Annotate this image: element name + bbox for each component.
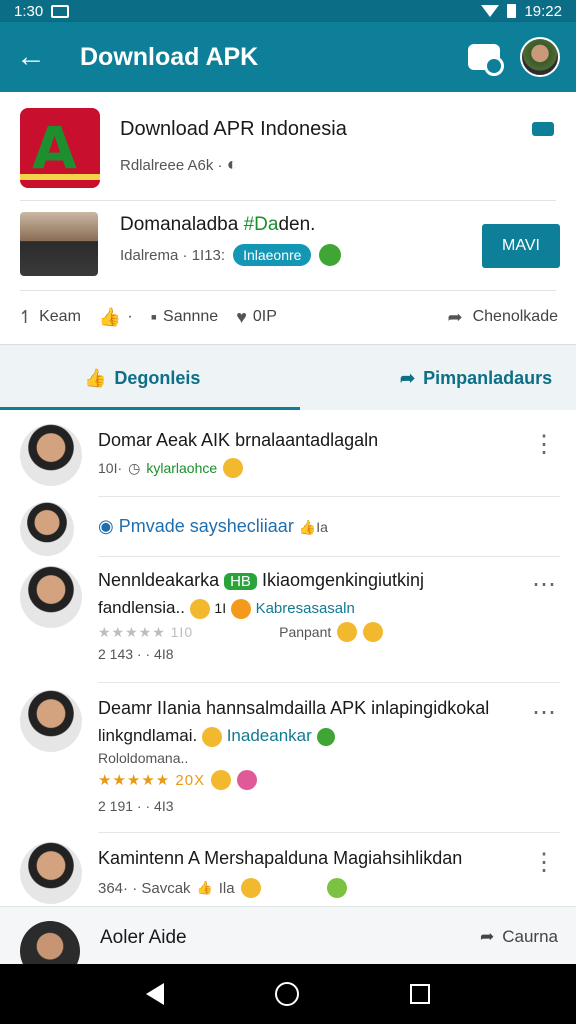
tab-pimpanladaurs[interactable]: ➦ Pimpanladaurs — [400, 345, 552, 411]
verified-icon — [319, 244, 342, 266]
divider — [98, 556, 560, 557]
heart-icon: ♥ — [236, 306, 247, 327]
tab-indicator — [0, 407, 300, 410]
heart-action[interactable]: ♥ 0IP — [236, 307, 277, 328]
divider — [20, 200, 556, 201]
chat-icon[interactable] — [468, 44, 504, 76]
notification-icon — [51, 4, 70, 18]
avatar[interactable] — [20, 690, 82, 752]
post-meta: 2 143 · · 4I8 — [98, 646, 174, 662]
post-title: Kamintenn A Mershapalduna Magiahsihlikda… — [98, 848, 463, 868]
bottom-post[interactable]: Aoler Aide ➦ Caurna — [0, 906, 576, 981]
back-arrow-icon[interactable]: ← — [16, 40, 56, 74]
share-icon: ➦ — [447, 306, 463, 327]
avatar[interactable] — [20, 502, 74, 556]
avatar[interactable] — [20, 566, 82, 628]
status-time-left: 1:30 — [14, 2, 44, 20]
action-row: ↿ Keam 👍 · ▪ Sannne ♥ 0IP ➦ Chenolkade — [18, 304, 558, 330]
emoji-icon — [201, 726, 222, 747]
post-meta: 10I· ◷ kylarlaohce — [98, 458, 244, 478]
reply-icon: ↿ — [18, 306, 34, 327]
featured-thumbnail[interactable] — [20, 212, 98, 276]
post-rating: ★★★★★ 20X — [98, 770, 258, 790]
featured-meta: Idalrema · 1I13: Inlaeonre — [120, 244, 342, 266]
clock-icon: ◷ — [128, 459, 141, 476]
emoji-icon — [240, 878, 261, 898]
app-info-card: A Download APR Indonesia Rdlalreee A6k ·… — [0, 92, 576, 342]
nav-recents-icon[interactable] — [410, 984, 431, 1004]
mavi-button[interactable]: MAVI — [482, 224, 560, 268]
share-icon: ➦ — [479, 927, 495, 946]
thumbs-up-icon: 👍 — [84, 367, 107, 388]
options-icon[interactable] — [532, 122, 554, 136]
emoji-icon — [230, 598, 251, 619]
battery-icon — [507, 4, 517, 18]
post-text: fandlensia.. 1I Kabresasasaln — [98, 598, 355, 619]
more-options-icon[interactable]: ⋮ — [532, 430, 556, 459]
comment-action[interactable]: ▪ Sannne — [151, 307, 219, 328]
app-title: Download APR Indonesia — [120, 118, 347, 140]
status-badge[interactable]: Inlaeonre — [233, 244, 312, 266]
post-title: ◉ Pmvade sayshecliiaar 👍Ia — [98, 516, 328, 536]
app-bar: ← Download APK — [0, 22, 576, 92]
more-options-icon[interactable]: ⋮ — [532, 848, 556, 877]
avatar[interactable] — [520, 37, 560, 77]
avatar[interactable] — [20, 842, 82, 904]
featured-title: Domanaladba #Daden. — [120, 214, 316, 235]
globe-icon: ◉ — [98, 516, 114, 536]
share-action[interactable]: ➦ Chenolkade — [448, 307, 559, 328]
divider — [20, 290, 556, 291]
bottom-post-title: Aoler Aide — [100, 927, 187, 948]
tab-bar: 👍 Degonleis ➦ Pimpanladaurs — [0, 344, 576, 410]
status-time-right: 19:22 — [524, 2, 562, 20]
nav-home-icon[interactable] — [274, 982, 299, 1006]
avatar[interactable] — [20, 424, 82, 486]
post-title: Deamr IIania hannsalmdailla APK inlaping… — [98, 698, 490, 718]
emoji-icon — [223, 458, 244, 478]
comment-icon: ▪ — [150, 306, 158, 327]
emoji-icon — [211, 770, 232, 790]
wifi-icon — [481, 5, 500, 17]
featured-row[interactable]: Domanaladba #Daden. Idalrema · 1I13: Inl… — [20, 212, 560, 278]
app-subtitle: Rdlalreee A6k · ◐ — [120, 154, 238, 174]
tab-degonleis[interactable]: 👍 Degonleis — [84, 345, 200, 411]
post-meta: 364· · Savcak 👍 Ila — [98, 878, 347, 898]
emoji-icon — [326, 878, 347, 898]
nav-back-icon[interactable] — [145, 983, 164, 1005]
divider — [98, 682, 560, 683]
divider — [98, 832, 560, 833]
navigation-bar — [0, 964, 576, 1024]
post-title: Nennldeakarka HB Ikiaomgenkingiutkinj — [98, 570, 425, 590]
share-button[interactable]: ➦ Caurna — [480, 927, 558, 947]
like-action[interactable]: 👍 · — [99, 307, 133, 328]
info-icon: ◐ — [226, 154, 238, 174]
post-rating: ★★★★★ 1I0 Panpant — [98, 622, 384, 642]
more-options-icon[interactable]: ⋯ — [532, 570, 556, 599]
emoji-icon — [237, 770, 258, 790]
check-icon — [316, 727, 335, 746]
emoji-icon — [363, 622, 384, 642]
reply-action[interactable]: ↿ Keam — [18, 307, 81, 328]
post-subtitle: Rololdomana.. — [98, 750, 189, 766]
app-row[interactable]: A Download APR Indonesia Rdlalreee A6k ·… — [20, 108, 560, 190]
app-logo: A — [20, 108, 100, 188]
status-bar: 1:30 19:22 — [0, 0, 576, 22]
post-meta: 2 191 · · 4I3 — [98, 798, 174, 814]
divider — [98, 496, 560, 497]
share-arrow-icon: ➦ — [400, 367, 416, 388]
post-title: Domar Aeak AIK brnalaantadlagaln — [98, 430, 379, 450]
more-options-icon[interactable]: ⋯ — [532, 698, 556, 727]
emoji-icon — [189, 598, 210, 619]
post-text: linkgndlamai. Inadeankar — [98, 726, 335, 747]
page-title: Download APK — [80, 42, 259, 71]
thumbs-up-icon: 👍 — [98, 306, 122, 327]
emoji-icon — [337, 622, 358, 642]
